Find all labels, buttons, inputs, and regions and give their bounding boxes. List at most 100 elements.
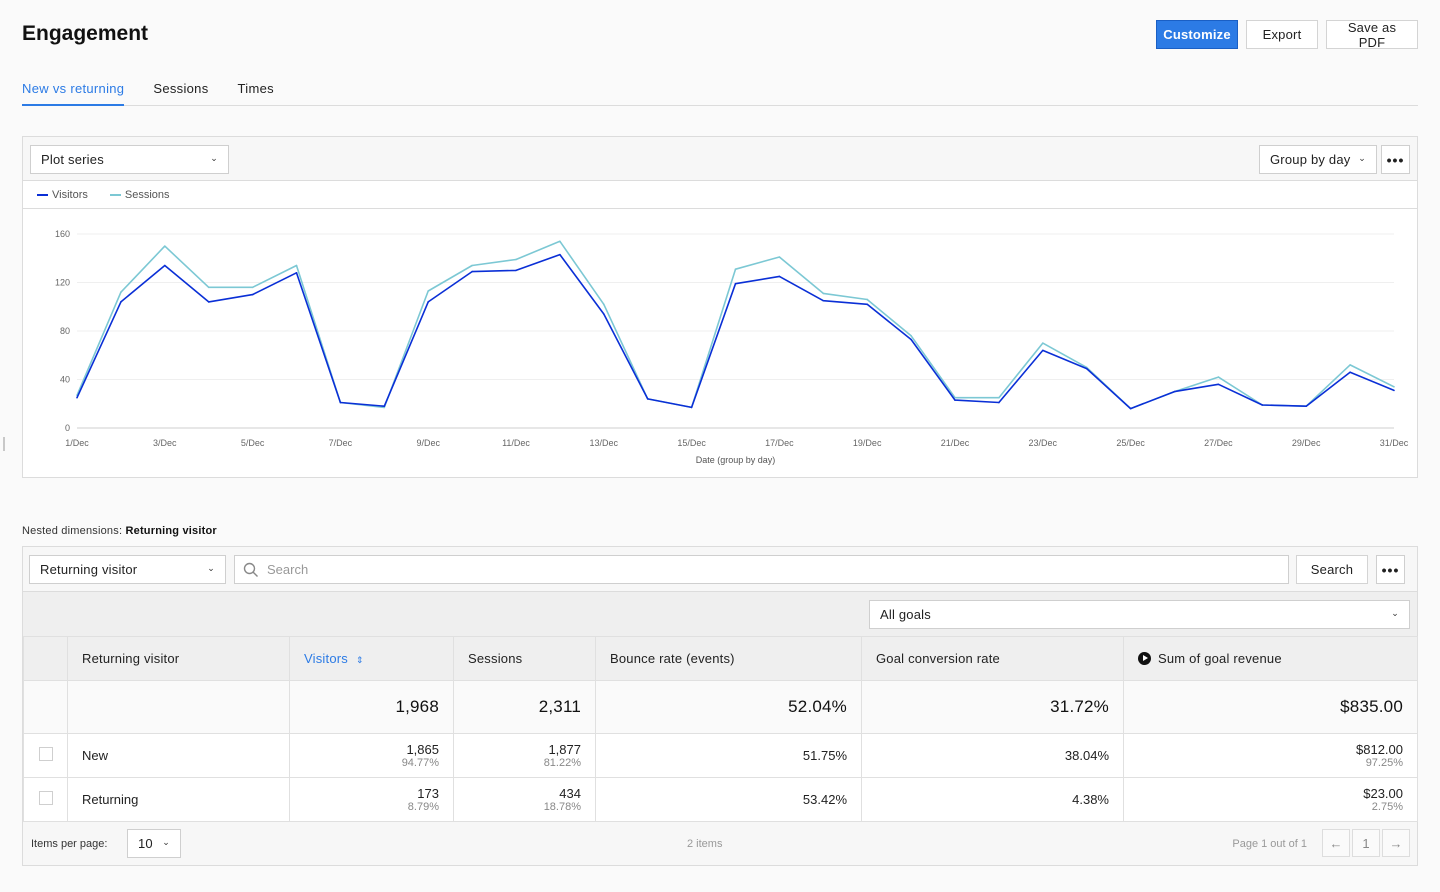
data-point-visitors [1085, 367, 1088, 370]
engagement-page: Engagement Customize Export Save as PDF … [0, 0, 1440, 892]
data-point-sessions [471, 264, 473, 267]
total-conversion-rate: 31.72% [861, 680, 1124, 734]
page-title: Engagement [22, 22, 149, 45]
plot-series-select[interactable]: Plot series ⌄ [30, 145, 229, 174]
revenue-value: $812.00 [1356, 741, 1403, 757]
data-point-visitors [1217, 383, 1220, 386]
x-axis-title: Date (group by day) [696, 455, 776, 465]
legend-item-visitors[interactable]: Visitors [37, 189, 88, 201]
row-checkbox[interactable] [38, 791, 53, 805]
table-row[interactable]: New 1,865 94.77% 1,877 81.22% 51.75% 38.04… [23, 733, 1418, 778]
visitors-pct: 94.77% [401, 756, 439, 769]
header-sessions[interactable]: Sessions [453, 636, 596, 681]
data-point-sessions [1042, 342, 1044, 344]
resize-handle[interactable] [3, 437, 5, 451]
visitors-value: 1,865 [406, 741, 439, 757]
row-revenue: $23.00 2.75% [1123, 777, 1418, 822]
tab-new-vs-returning[interactable]: New vs returning [22, 74, 125, 106]
x-tick-label: 19/Dec [853, 438, 882, 448]
save-as-pdf-button[interactable]: Save as PDF [1326, 20, 1418, 50]
header-sum-goal-revenue-label: Sum of goal revenue [1158, 651, 1282, 666]
page-info: Page 1 out of 1 [1232, 838, 1307, 850]
data-point-sessions [427, 290, 430, 292]
nested-dimensions-value: Returning visitor [125, 525, 217, 537]
goals-select[interactable]: All goals ⌄ [869, 600, 1410, 629]
tab-sessions[interactable]: Sessions [153, 74, 208, 106]
goal-flag-icon [1138, 652, 1151, 665]
goals-filter-row: All goals ⌄ [23, 591, 1417, 636]
row-checkbox-cell [23, 733, 68, 778]
header-visitors[interactable]: Visitors ⇕ [289, 636, 454, 681]
data-table: Returning visitor Visitors ⇕ Sessions Bou… [23, 636, 1418, 822]
data-point-visitors [954, 399, 956, 401]
search-button[interactable]: Search [1296, 555, 1368, 584]
data-point-visitors [690, 406, 693, 409]
table-panel: Returning visitor ⌄ Search Search ••• Al… [22, 546, 1418, 866]
totals-select-cell [23, 680, 68, 734]
sessions-pct: 18.78% [543, 800, 581, 813]
data-point-sessions [1217, 376, 1220, 378]
y-tick-label: 160 [55, 229, 70, 239]
data-point-sessions [866, 298, 868, 301]
data-point-visitors [120, 301, 122, 303]
search-input[interactable]: Search [234, 555, 1289, 584]
x-tick-label: 29/Dec [1292, 438, 1321, 448]
row-conversion-rate: 38.04% [861, 733, 1124, 778]
next-page-button[interactable]: → [1382, 829, 1410, 857]
data-point-visitors [427, 301, 430, 303]
items-per-page-select[interactable]: 10 ⌄ [127, 829, 181, 858]
data-point-visitors [515, 269, 517, 272]
header-goal-conversion-rate[interactable]: Goal conversion rate [861, 636, 1124, 681]
header-sum-goal-revenue[interactable]: Sum of goal revenue [1123, 636, 1418, 681]
table-row[interactable]: Returning 173 8.79% 434 18.78% 53.42% 4.38… [23, 777, 1418, 822]
y-tick-label: 40 [60, 375, 70, 385]
row-sessions: 434 18.78% [453, 777, 596, 822]
y-tick-label: 120 [55, 278, 70, 288]
data-point-visitors [1129, 407, 1132, 410]
search-icon [243, 562, 258, 577]
row-checkbox[interactable] [38, 747, 53, 761]
dimension-select[interactable]: Returning visitor ⌄ [29, 555, 226, 584]
legend-item-sessions[interactable]: Sessions [109, 189, 170, 201]
x-tick-label: 21/Dec [941, 438, 970, 448]
x-tick-label: 9/Dec [416, 438, 440, 448]
visitors-pct: 8.79% [407, 800, 439, 813]
sessions-value: 1,877 [548, 741, 581, 757]
chevron-down-icon: ⌄ [207, 563, 215, 573]
chart-panel: Plot series ⌄ Group by day ⌄ ••• Visitor… [22, 136, 1418, 478]
data-point-sessions [734, 268, 737, 270]
data-point-visitors [866, 303, 868, 306]
totals-label-cell [67, 680, 290, 734]
export-button[interactable]: Export [1246, 20, 1318, 49]
tab-times[interactable]: Times [238, 74, 274, 106]
revenue-value: $23.00 [1363, 785, 1403, 801]
header-select-col [23, 636, 68, 681]
prev-page-button[interactable]: ← [1322, 829, 1350, 857]
data-point-visitors [734, 282, 737, 285]
current-page[interactable]: 1 [1352, 829, 1380, 857]
row-label: Returning [67, 777, 290, 822]
customize-button[interactable]: Customize [1156, 20, 1238, 49]
group-by-select[interactable]: Group by day ⌄ [1259, 145, 1377, 174]
table-more-button[interactable]: ••• [1376, 555, 1405, 584]
data-point-visitors [207, 301, 210, 303]
data-point-sessions [998, 396, 1000, 399]
data-point-sessions [207, 286, 210, 289]
chart-more-button[interactable]: ••• [1381, 145, 1410, 174]
revenue-pct: 2.75% [1371, 800, 1403, 813]
total-revenue: $835.00 [1123, 680, 1418, 734]
x-tick-label: 5/Dec [241, 438, 265, 448]
legend-swatch-visitors [37, 193, 48, 196]
data-point-visitors [559, 253, 561, 256]
plot-series-label: Plot series [41, 152, 104, 167]
legend-label-visitors: Visitors [52, 188, 88, 201]
data-point-visitors [1305, 405, 1307, 407]
data-point-sessions [603, 303, 605, 306]
row-visitors: 1,865 94.77% [289, 733, 454, 778]
header-bounce-rate[interactable]: Bounce rate (events) [595, 636, 862, 681]
data-point-visitors [339, 401, 342, 404]
data-point-sessions [1349, 364, 1351, 366]
nested-dimensions-prefix: Nested dimensions: [22, 525, 123, 537]
items-count: 2 items [687, 838, 723, 850]
header-returning-visitor[interactable]: Returning visitor [67, 636, 290, 681]
